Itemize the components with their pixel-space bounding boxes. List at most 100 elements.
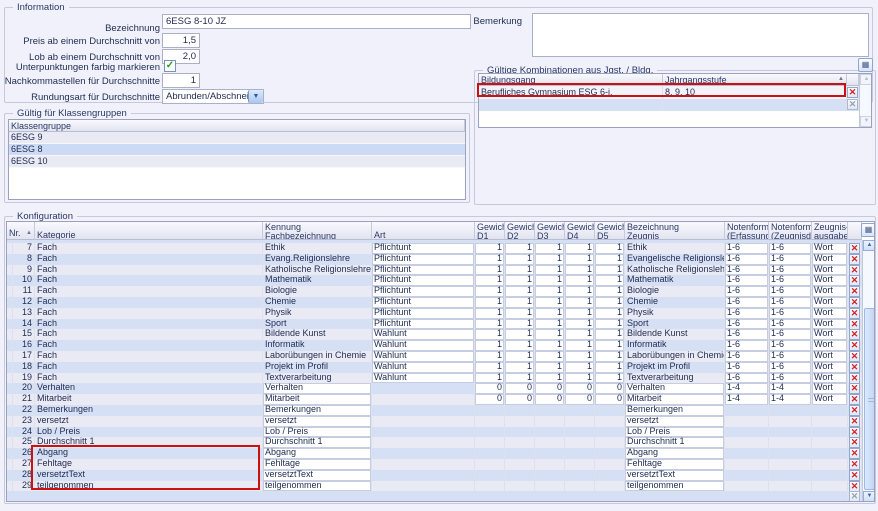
cell-kategorie[interactable]: Fach bbox=[35, 308, 263, 319]
cell-gewicht-d4[interactable]: 0 bbox=[565, 383, 595, 394]
cell-nr[interactable]: 21 bbox=[13, 394, 35, 405]
cell-gewicht-d4[interactable] bbox=[565, 459, 595, 470]
cell-gewicht-d3[interactable]: 1 bbox=[535, 265, 565, 276]
cell-notenformat-erfassung[interactable]: 1-4 bbox=[725, 383, 769, 394]
cell-gewicht-d5[interactable]: 1 bbox=[595, 243, 625, 254]
cell-notenformat-zeugnisdruck[interactable]: 1-6 bbox=[769, 362, 812, 373]
cell-notenformat-zeugnisdruck[interactable]: 1-6 bbox=[769, 265, 812, 276]
cell-nr[interactable]: 9 bbox=[13, 265, 35, 276]
cell-bezeichnung-zeugnis[interactable]: Sport bbox=[625, 319, 725, 330]
cell-notenformat-zeugnisdruck[interactable]: 1-6 bbox=[769, 329, 812, 340]
cell-kennung[interactable]: Lob / Preis bbox=[263, 427, 372, 438]
cell-kategorie[interactable]: Durchschnitt 1 bbox=[35, 437, 263, 448]
cell-bezeichnung-zeugnis[interactable]: Lob / Preis bbox=[625, 427, 725, 438]
cell-zeugnisausgabe[interactable] bbox=[812, 459, 848, 470]
column-header-bildungsgang[interactable]: Bildungsgang bbox=[479, 74, 663, 86]
cell-zeugnisausgabe[interactable]: Wort bbox=[812, 394, 848, 405]
cell-gewicht-d5[interactable]: 0 bbox=[595, 383, 625, 394]
delete-row-button[interactable]: ✕ bbox=[849, 373, 860, 384]
cell-kennung[interactable]: Laborübungen in Chemie bbox=[263, 351, 372, 362]
cell-gewicht-d1[interactable]: 1 bbox=[475, 362, 505, 373]
cell-notenformat-erfassung[interactable] bbox=[725, 481, 769, 492]
cell-kategorie[interactable]: Mitarbeit bbox=[35, 394, 263, 405]
cell-gewicht-d3[interactable] bbox=[535, 448, 565, 459]
cell-zeugnisausgabe[interactable] bbox=[812, 437, 848, 448]
cell-nr[interactable]: 25 bbox=[13, 437, 35, 448]
cell-gewicht-d4[interactable] bbox=[565, 448, 595, 459]
cell-notenformat-zeugnisdruck[interactable] bbox=[769, 481, 812, 492]
cell-gewicht-d4[interactable] bbox=[565, 416, 595, 427]
cell-gewicht-d3[interactable]: 1 bbox=[535, 308, 565, 319]
cell-kennung[interactable]: Abgang bbox=[263, 448, 372, 459]
cell-kennung[interactable]: teilgenommen bbox=[263, 481, 372, 492]
column-header-jahrgangsstufe[interactable]: Jahrgangsstufe▲ bbox=[663, 74, 847, 86]
cell-bezeichnung-zeugnis[interactable]: Projekt im Profil bbox=[625, 362, 725, 373]
konfiguration-row[interactable]: 9FachKatholische ReligionslehrePflichtun… bbox=[7, 265, 874, 276]
cell-gewicht-d2[interactable]: 1 bbox=[505, 373, 535, 384]
cell-bezeichnung-zeugnis[interactable]: Abgang bbox=[625, 448, 725, 459]
cell-nr[interactable]: 13 bbox=[13, 308, 35, 319]
cell-gewicht-d4[interactable] bbox=[565, 481, 595, 492]
cell-nr[interactable]: 22 bbox=[13, 405, 35, 416]
cell-gewicht-d4[interactable]: 1 bbox=[565, 340, 595, 351]
column-header-nr[interactable]: Nr.▲ bbox=[7, 222, 35, 240]
vertical-scrollbar[interactable]: ▲▼ bbox=[862, 240, 875, 502]
cell-notenformat-erfassung[interactable]: 1-6 bbox=[725, 308, 769, 319]
klassengruppe-row[interactable]: 6ESG 9 bbox=[9, 132, 465, 144]
konfiguration-row[interactable]: 14FachSportPflichtunt11111Sport1-61-6Wor… bbox=[7, 319, 874, 330]
cell-nr[interactable]: 29 bbox=[13, 481, 35, 492]
cell-kennung[interactable]: versetzt bbox=[263, 416, 372, 427]
column-header-nf_druck[interactable]: Notenformat (Zeugnisdruck) bbox=[769, 222, 812, 240]
cell-gewicht-d3[interactable]: 1 bbox=[535, 362, 565, 373]
konfiguration-row[interactable]: 11FachBiologiePflichtunt11111Biologie1-6… bbox=[7, 286, 874, 297]
cell-kennung[interactable]: Mathematik bbox=[263, 275, 372, 286]
kombination-row[interactable]: Berufliches Gymnasium ESG 6-j.8, 9, 10✕ bbox=[479, 86, 871, 99]
cell-notenformat-erfassung[interactable]: 1-6 bbox=[725, 275, 769, 286]
cell-art[interactable] bbox=[372, 394, 475, 405]
cell-nr[interactable]: 14 bbox=[13, 319, 35, 330]
cell-gewicht-d1[interactable]: 0 bbox=[475, 394, 505, 405]
delete-row-button[interactable]: ✕ bbox=[849, 383, 860, 394]
cell-gewicht-d1[interactable]: 1 bbox=[475, 340, 505, 351]
cell-gewicht-d2[interactable] bbox=[505, 405, 535, 416]
cell-notenformat-erfassung[interactable] bbox=[725, 448, 769, 459]
cell-gewicht-d2[interactable]: 1 bbox=[505, 275, 535, 286]
cell-bezeichnung-zeugnis[interactable]: Informatik bbox=[625, 340, 725, 351]
cell-art[interactable]: Pflichtunt bbox=[372, 308, 475, 319]
cell-notenformat-zeugnisdruck[interactable]: 1-6 bbox=[769, 243, 812, 254]
cell-zeugnisausgabe[interactable]: Wort bbox=[812, 362, 848, 373]
cell-art[interactable]: Pflichtunt bbox=[372, 286, 475, 297]
cell-gewicht-d5[interactable]: 1 bbox=[595, 373, 625, 384]
cell-gewicht-d1[interactable]: 1 bbox=[475, 297, 505, 308]
konfiguration-row[interactable]: 24Lob / PreisLob / PreisLob / Preis✕ bbox=[7, 427, 874, 438]
cell-gewicht-d3[interactable]: 1 bbox=[535, 286, 565, 297]
column-header-d1[interactable]: Gewicht D1 bbox=[475, 222, 505, 240]
konfiguration-row[interactable]: 28versetztTextversetztTextversetztText✕ bbox=[7, 470, 874, 481]
cell-notenformat-zeugnisdruck[interactable] bbox=[769, 448, 812, 459]
cell-gewicht-d5[interactable]: 1 bbox=[595, 351, 625, 362]
cell-kennung[interactable]: Bemerkungen bbox=[263, 405, 372, 416]
cell-kennung[interactable]: Durchschnitt 1 bbox=[263, 437, 372, 448]
delete-row-button[interactable]: ✕ bbox=[849, 459, 860, 470]
cell-gewicht-d2[interactable]: 1 bbox=[505, 243, 535, 254]
cell-kennung[interactable]: Verhalten bbox=[263, 383, 372, 394]
cell-art[interactable] bbox=[372, 416, 475, 427]
cell-notenformat-erfassung[interactable]: 1-6 bbox=[725, 254, 769, 265]
scroll-up-icon[interactable]: ▲ bbox=[863, 240, 875, 251]
cell-kennung[interactable]: versetztText bbox=[263, 470, 372, 481]
column-header-d3[interactable]: Gewicht D3 bbox=[535, 222, 565, 240]
cell-bezeichnung-zeugnis[interactable]: Evangelische Religionslehre bbox=[625, 254, 725, 265]
cell-gewicht-d1[interactable]: 1 bbox=[475, 275, 505, 286]
delete-row-button[interactable]: ✕ bbox=[849, 275, 860, 286]
cell-kategorie[interactable]: Fach bbox=[35, 243, 263, 254]
delete-row-button[interactable]: ✕ bbox=[849, 394, 860, 405]
cell-art[interactable]: Pflichtunt bbox=[372, 319, 475, 330]
cell-gewicht-d5[interactable] bbox=[595, 405, 625, 416]
cell-kategorie[interactable]: Abgang bbox=[35, 448, 263, 459]
cell-notenformat-zeugnisdruck[interactable]: 1-6 bbox=[769, 373, 812, 384]
cell-gewicht-d1[interactable] bbox=[475, 427, 505, 438]
cell-notenformat-zeugnisdruck[interactable]: 1-4 bbox=[769, 383, 812, 394]
cell-kennung[interactable]: Textverarbeitung bbox=[263, 373, 372, 384]
delete-row-button[interactable]: ✕ bbox=[849, 427, 860, 438]
cell-gewicht-d2[interactable]: 1 bbox=[505, 362, 535, 373]
